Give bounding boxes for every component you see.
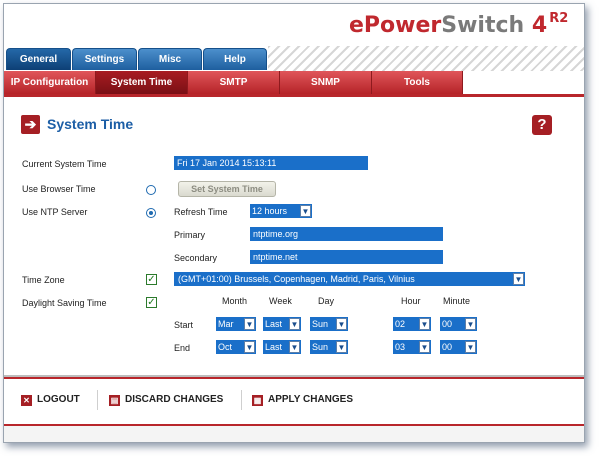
subtab-ip-configuration[interactable]: IP Configuration — [4, 71, 96, 94]
chevron-down-icon: ▼ — [289, 318, 300, 330]
browser-time-label: Use Browser Time — [22, 184, 96, 194]
subtab-smtp[interactable]: SMTP — [188, 71, 280, 94]
time-zone-select[interactable]: (GMT+01:00) Brussels, Copenhagen, Madrid… — [174, 272, 525, 286]
discard-icon: ▤ — [109, 395, 120, 406]
chevron-down-icon: ▼ — [244, 341, 255, 353]
dst-end-day-select[interactable]: Sun ▼ — [310, 340, 348, 354]
sub-tab-bar: IP Configuration System Time SMTP SNMP T… — [4, 71, 463, 94]
close-icon: ✕ — [21, 395, 32, 406]
dst-checkbox[interactable]: ✓ — [146, 297, 157, 308]
dst-end-week-select[interactable]: Last ▼ — [263, 340, 301, 354]
chevron-down-icon: ▼ — [513, 273, 524, 285]
logout-button[interactable]: ✕ LOGOUT — [21, 394, 80, 406]
dst-header-week: Week — [269, 296, 292, 306]
footer-strip — [4, 426, 584, 442]
primary-ntp-input[interactable]: ntptime.org — [250, 227, 443, 241]
time-zone-label: Time Zone — [22, 275, 65, 285]
tab-settings[interactable]: Settings — [72, 48, 137, 70]
current-time-field: Fri 17 Jan 2014 15:13:11 — [174, 156, 368, 170]
dst-start-minute-select[interactable]: 00 ▼ — [440, 317, 477, 331]
discard-changes-button[interactable]: ▤ DISCARD CHANGES — [109, 394, 223, 406]
ntp-server-radio[interactable] — [146, 208, 156, 218]
chevron-down-icon: ▼ — [336, 341, 347, 353]
subtab-tools[interactable]: Tools — [372, 71, 463, 94]
browser-time-radio[interactable] — [146, 185, 156, 195]
dst-start-hour-select[interactable]: 02 ▼ — [393, 317, 431, 331]
time-zone-checkbox[interactable]: ✓ — [146, 274, 157, 285]
dst-label: Daylight Saving Time — [22, 298, 107, 308]
chevron-down-icon: ▼ — [419, 318, 430, 330]
current-time-label: Current System Time — [22, 159, 107, 169]
chevron-down-icon: ▼ — [300, 205, 311, 217]
refresh-time-label: Refresh Time — [174, 207, 228, 217]
dst-start-label: Start — [174, 320, 194, 330]
save-icon: ▦ — [252, 395, 263, 406]
footer-separator — [97, 390, 98, 410]
brand-logo: ePowerSwitch 4 R2 — [349, 11, 569, 38]
footer-divider-red — [4, 377, 584, 379]
tab-help[interactable]: Help — [203, 48, 267, 70]
dst-header-minute: Minute — [443, 296, 471, 306]
refresh-time-select[interactable]: 12 hours ▼ — [250, 204, 312, 218]
subtab-snmp[interactable]: SNMP — [280, 71, 372, 94]
page-title: System Time — [47, 116, 134, 132]
arrow-right-icon: ➔ — [21, 115, 40, 134]
set-system-time-button[interactable]: Set System Time — [178, 181, 276, 197]
primary-label: Primary — [174, 230, 205, 240]
chevron-down-icon: ▼ — [465, 318, 476, 330]
apply-changes-button[interactable]: ▦ APPLY CHANGES — [252, 394, 353, 406]
tab-bar-filler — [268, 46, 584, 71]
chevron-down-icon: ▼ — [336, 318, 347, 330]
chevron-down-icon: ▼ — [244, 318, 255, 330]
chevron-down-icon: ▼ — [465, 341, 476, 353]
dst-header-month: Month — [222, 296, 248, 306]
subtab-system-time[interactable]: System Time — [96, 71, 188, 94]
dst-end-label: End — [174, 343, 191, 353]
help-icon[interactable]: ? — [532, 115, 552, 135]
tab-misc[interactable]: Misc — [138, 48, 202, 70]
dst-end-month-select[interactable]: Oct ▼ — [216, 340, 256, 354]
dst-end-hour-select[interactable]: 03 ▼ — [393, 340, 431, 354]
footer-separator — [241, 390, 242, 410]
dst-start-day-select[interactable]: Sun ▼ — [310, 317, 348, 331]
chevron-down-icon: ▼ — [289, 341, 300, 353]
dst-end-minute-select[interactable]: 00 ▼ — [440, 340, 477, 354]
tab-general[interactable]: General — [6, 48, 71, 70]
chevron-down-icon: ▼ — [419, 341, 430, 353]
dst-start-month-select[interactable]: Mar ▼ — [216, 317, 256, 331]
dst-start-week-select[interactable]: Last ▼ — [263, 317, 301, 331]
dst-header-hour: Hour — [401, 296, 421, 306]
dst-header-day: Day — [318, 296, 335, 306]
header-divider — [4, 94, 584, 97]
app-window: ePowerSwitch 4 R2 General Settings Misc H… — [3, 3, 585, 443]
secondary-ntp-input[interactable]: ntptime.net — [250, 250, 443, 264]
secondary-label: Secondary — [174, 253, 218, 263]
ntp-server-label: Use NTP Server — [22, 207, 88, 217]
